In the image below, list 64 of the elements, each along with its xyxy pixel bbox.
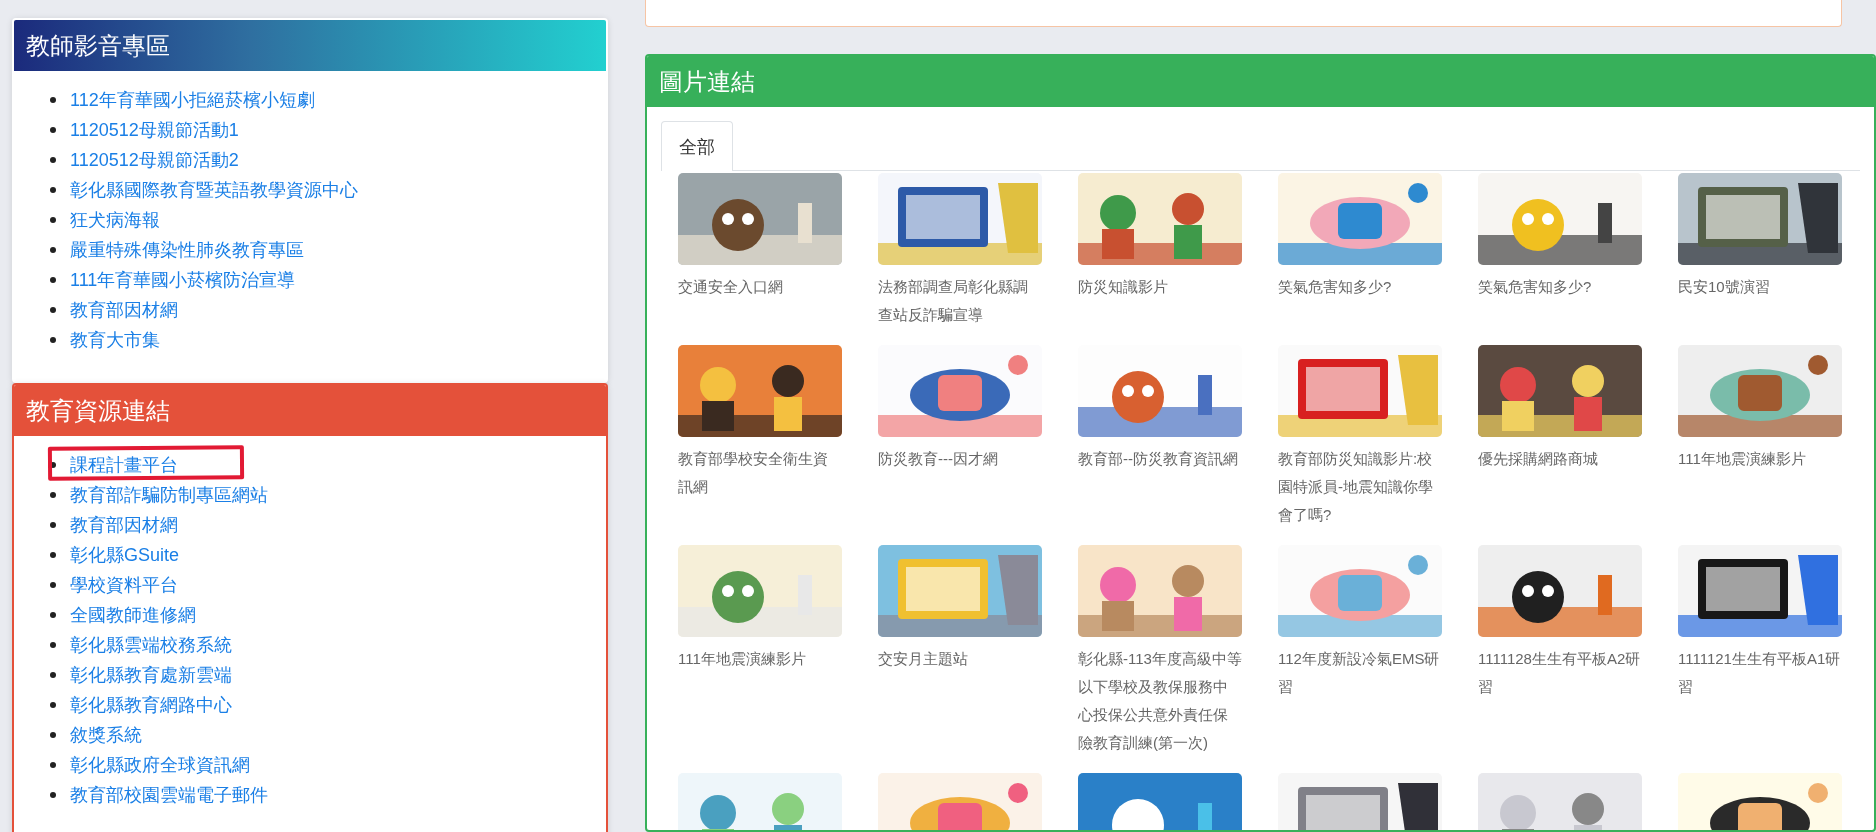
bullet-icon — [50, 522, 56, 528]
bullet-icon — [50, 552, 56, 558]
bullet-icon — [50, 157, 56, 163]
link[interactable]: 教育部校園雲端電子郵件 — [70, 783, 268, 807]
card-title: 教師影音專區 — [14, 20, 606, 71]
image-caption[interactable]: 交安月主題站 — [878, 645, 1042, 673]
bullet-icon — [50, 127, 56, 133]
bullet-icon — [50, 337, 56, 343]
link[interactable]: 教育部因材網 — [70, 298, 178, 322]
bullet-icon — [50, 462, 56, 468]
bullet-icon — [50, 307, 56, 313]
image-caption[interactable]: 112年度新設冷氣EMS研習 — [1278, 645, 1442, 701]
image-caption[interactable]: 優先採購網路商城 — [1478, 445, 1642, 473]
bullet-icon — [50, 97, 56, 103]
link[interactable]: 彰化縣雲端校務系統 — [70, 633, 232, 657]
image-caption[interactable]: 教育部--防災教育資訊網 — [1078, 445, 1242, 473]
link[interactable]: 112年育華國小拒絕菸檳小短劇 — [70, 88, 315, 112]
link[interactable]: 彰化縣國際教育暨英語教學資源中心 — [70, 178, 358, 202]
image-caption[interactable]: 防災知識影片 — [1078, 273, 1242, 301]
image-caption[interactable]: 防災教育---因才網 — [878, 445, 1042, 473]
bullet-icon — [50, 732, 56, 738]
image-caption[interactable]: 笑氣危害知多少? — [1478, 273, 1642, 301]
link[interactable]: 學校資料平台 — [70, 573, 178, 597]
bullet-icon — [50, 187, 56, 193]
link[interactable]: 彰化縣教育網路中心 — [70, 693, 232, 717]
bullet-icon — [50, 612, 56, 618]
image-caption[interactable]: 法務部調查局彰化縣調查站反詐騙宣導 — [878, 273, 1042, 329]
image-caption[interactable]: 民安10號演習 — [1678, 273, 1842, 301]
bullet-icon — [50, 492, 56, 498]
link[interactable]: 嚴重特殊傳染性肺炎教育專區 — [70, 238, 304, 262]
link[interactable]: 狂犬病海報 — [70, 208, 160, 232]
link[interactable]: 全國教師進修網 — [70, 603, 196, 627]
bullet-icon — [50, 217, 56, 223]
image-caption[interactable]: 111年地震演練影片 — [678, 645, 842, 673]
link[interactable]: 教育部因材網 — [70, 513, 178, 537]
image-caption[interactable]: 笑氣危害知多少? — [1278, 273, 1442, 301]
image-caption[interactable]: 教育部防災知識影片:校園特派員-地震知識你學會了嗎? — [1278, 445, 1442, 529]
link[interactable]: 彰化縣教育處新雲端 — [70, 663, 232, 687]
link[interactable]: 課程計畫平台 — [70, 453, 178, 477]
bullet-icon — [50, 277, 56, 283]
bullet-icon — [50, 247, 56, 253]
card-title: 圖片連結 — [647, 56, 1874, 107]
bullet-icon — [50, 582, 56, 588]
tab[interactable]: 全部 — [661, 121, 733, 171]
bullet-icon — [50, 762, 56, 768]
image-caption[interactable]: 1111121生生有平板A1研習 — [1678, 645, 1842, 701]
image-caption[interactable]: 1111128生生有平板A2研習 — [1478, 645, 1642, 701]
link[interactable]: 彰化縣政府全球資訊網 — [70, 753, 250, 777]
card-title: 教育資源連結 — [14, 385, 606, 436]
bullet-icon — [50, 642, 56, 648]
link[interactable]: 1120512母親節活動2 — [70, 148, 239, 172]
bullet-icon — [50, 792, 56, 798]
link[interactable]: 敘獎系統 — [70, 723, 142, 747]
image-caption[interactable]: 交通安全入口網 — [678, 273, 842, 301]
link[interactable]: 教育部詐騙防制專區網站 — [70, 483, 268, 507]
bullet-icon — [50, 672, 56, 678]
image-caption[interactable]: 教育部學校安全衛生資訊網 — [678, 445, 842, 501]
link[interactable]: 彰化縣GSuite — [70, 543, 180, 567]
link[interactable]: 1120512母親節活動1 — [70, 118, 239, 142]
link[interactable]: 111年育華國小菸檳防治宣導 — [70, 268, 296, 292]
bullet-icon — [50, 702, 56, 708]
image-caption[interactable]: 111年地震演練影片 — [1678, 445, 1842, 473]
link[interactable]: 教育大市集 — [70, 328, 160, 352]
image-caption[interactable]: 彰化縣-113年度高級中等以下學校及教保服務中心投保公共意外責任保險教育訓練(第一次) — [1078, 645, 1242, 757]
